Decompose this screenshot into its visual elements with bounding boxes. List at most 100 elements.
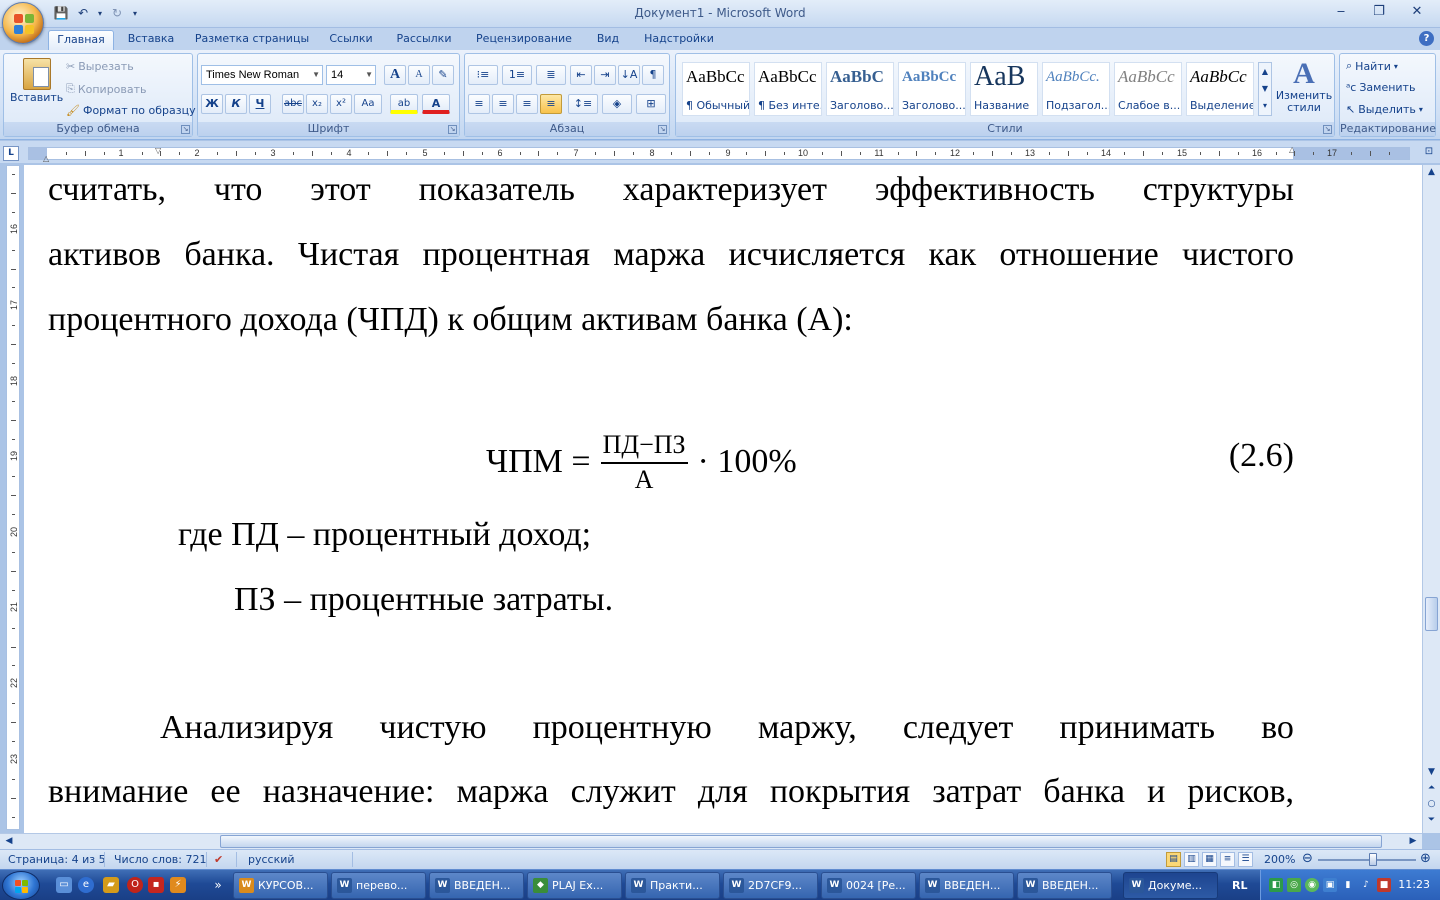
clipboard-launcher-icon[interactable]: ↘ (181, 125, 190, 134)
scroll-left-icon[interactable]: ◀ (2, 834, 16, 849)
paste-button[interactable]: Вставить (10, 58, 63, 104)
office-button[interactable] (2, 2, 44, 44)
taskbar-item[interactable]: W КУРСОВ... (233, 872, 328, 899)
font-size-combo[interactable]: 14 ▼ (326, 65, 376, 85)
app-icon[interactable]: ⚡ (170, 877, 186, 893)
italic-button[interactable]: К (225, 94, 247, 114)
styles-launcher-icon[interactable]: ↘ (1323, 125, 1332, 134)
align-left-button[interactable]: ≡ (468, 94, 490, 114)
align-right-button[interactable]: ≡ (516, 94, 538, 114)
align-center-button[interactable]: ≡ (492, 94, 514, 114)
style-subtle-emphasis[interactable]: AaBbCc Слабое в... (1114, 62, 1182, 116)
right-indent-marker[interactable]: △ (1289, 145, 1295, 154)
horizontal-scroll-thumb[interactable] (220, 835, 1382, 848)
superscript-button[interactable]: x² (330, 94, 352, 114)
font-launcher-icon[interactable]: ↘ (448, 125, 457, 134)
grow-font-button[interactable]: A (384, 65, 406, 85)
tab-review[interactable]: Рецензирование (468, 30, 580, 50)
decrease-indent-button[interactable]: ⇤ (570, 65, 592, 85)
tab-references[interactable]: Ссылки (322, 30, 380, 50)
taskbar-item[interactable]: Wперево... (331, 872, 426, 899)
zoom-out-icon[interactable]: ⊖ (1302, 851, 1313, 866)
borders-button[interactable]: ⊞ (636, 94, 666, 114)
vertical-scrollbar[interactable]: ▲ ▼ ⏶ ○ ⏷ (1422, 165, 1440, 833)
language-indicator[interactable]: русский (248, 853, 295, 866)
document-page[interactable]: считать, что этот показатель характеризу… (24, 165, 1422, 833)
highlight-button[interactable]: ab (390, 94, 418, 114)
cut-button[interactable]: ✂ Вырезать (66, 60, 134, 73)
next-page-icon[interactable]: ⏷ (1425, 813, 1438, 827)
horizontal-ruler[interactable]: 1 2 3 4 5 6 7 8 9 10 11 12 13 14 15 16 1… (28, 145, 1410, 163)
restore-button[interactable]: ❐ (1360, 2, 1398, 22)
volume-icon[interactable]: ♪ (1359, 878, 1373, 892)
styles-scroll[interactable]: ▲ ▼ ▾ (1258, 62, 1272, 116)
style-no-spacing[interactable]: AaBbCc ¶ Без инте... (754, 62, 822, 116)
tab-insert[interactable]: Вставка (120, 30, 182, 50)
shading-button[interactable]: ◈ (602, 94, 632, 114)
tab-home[interactable]: Главная (48, 30, 114, 50)
page-indicator[interactable]: Страница: 4 из 5 (8, 853, 106, 866)
clock[interactable]: 11:23 (1398, 878, 1430, 891)
quick-launch-more-icon[interactable]: » (210, 877, 226, 893)
taskbar-item-active[interactable]: W Докуме... (1123, 872, 1218, 899)
zoom-level[interactable]: 200% (1264, 853, 1295, 866)
font-name-combo[interactable]: Times New Roman ▼ (201, 65, 323, 85)
print-layout-icon[interactable]: ▤ (1166, 852, 1181, 867)
word-count[interactable]: Число слов: 721 (114, 853, 207, 866)
shrink-font-button[interactable]: A (408, 65, 430, 85)
format-painter-button[interactable]: 🖌 Формат по образцу (66, 104, 196, 117)
change-styles-button[interactable]: A Изменить стили (1276, 58, 1332, 114)
app-icon[interactable]: ▪ (148, 877, 164, 893)
tray-app-icon[interactable]: ◎ (1287, 878, 1301, 892)
line-spacing-button[interactable]: ↕≡ (568, 94, 598, 114)
tab-addins[interactable]: Надстройки (636, 30, 722, 50)
scroll-right-icon[interactable]: ▶ (1406, 834, 1420, 849)
taskbar-item[interactable]: W 0024 [Ре... (821, 872, 916, 899)
change-case-button[interactable]: Aa (354, 94, 382, 114)
view-ruler-icon[interactable]: ⊡ (1421, 146, 1437, 161)
tray-app-icon[interactable]: ■ (1377, 878, 1391, 892)
show-marks-button[interactable]: ¶ (642, 65, 664, 85)
style-title[interactable]: AaB Название (970, 62, 1038, 116)
tray-app-icon[interactable]: ◧ (1269, 878, 1283, 892)
zoom-in-icon[interactable]: ⊕ (1420, 851, 1431, 866)
subscript-button[interactable]: x₂ (306, 94, 328, 114)
strikethrough-button[interactable]: abc (282, 94, 304, 114)
tab-page-layout[interactable]: Разметка страницы (190, 30, 314, 50)
full-screen-reading-icon[interactable]: ▥ (1184, 852, 1199, 867)
style-emphasis[interactable]: AaBbCc Выделение (1186, 62, 1254, 116)
horizontal-scrollbar[interactable]: ◀ ▶ (0, 833, 1422, 849)
copy-button[interactable]: ⎘ Копировать (66, 82, 147, 96)
ie-icon[interactable]: e (78, 877, 94, 893)
outline-icon[interactable]: ≡ (1220, 852, 1235, 867)
first-line-indent-marker[interactable]: ▽ (155, 146, 161, 155)
replace-button[interactable]: ᵃc Заменить (1346, 81, 1415, 94)
folder-icon[interactable]: ▰ (103, 877, 119, 893)
tab-view[interactable]: Вид (590, 30, 626, 50)
clear-format-button[interactable]: ✎ (432, 65, 454, 85)
vertical-scroll-thumb[interactable] (1425, 597, 1438, 631)
taskbar-item[interactable]: W ВВЕДЕН... (1017, 872, 1112, 899)
previous-page-icon[interactable]: ⏶ (1425, 781, 1438, 795)
minimize-button[interactable]: ‒ (1322, 2, 1360, 22)
network-icon[interactable]: ▣ (1323, 878, 1337, 892)
bullets-button[interactable]: ⁝≡ (468, 65, 498, 85)
input-language[interactable]: RL (1232, 879, 1247, 892)
sort-button[interactable]: ↓A (618, 65, 640, 85)
taskbar-item[interactable]: W ВВЕДЕН... (429, 872, 524, 899)
increase-indent-button[interactable]: ⇥ (594, 65, 616, 85)
help-icon[interactable]: ? (1419, 31, 1434, 46)
vertical-ruler[interactable]: 16 17 18 19 20 21 22 23 (6, 165, 20, 830)
style-heading-1[interactable]: AaBbC Заголово... (826, 62, 894, 116)
multilevel-list-button[interactable]: ≣ (536, 65, 566, 85)
draft-icon[interactable]: ☰ (1238, 852, 1253, 867)
tab-selector[interactable]: L (3, 146, 19, 161)
paragraph-launcher-icon[interactable]: ↘ (658, 125, 667, 134)
style-heading-2[interactable]: AaBbCc Заголово... (898, 62, 966, 116)
tray-app-icon[interactable]: ◉ (1305, 878, 1319, 892)
font-color-button[interactable]: A (422, 94, 450, 114)
close-button[interactable]: ✕ (1398, 2, 1436, 22)
web-layout-icon[interactable]: ▦ (1202, 852, 1217, 867)
taskbar-item[interactable]: W 2D7CF9... (723, 872, 818, 899)
bold-button[interactable]: Ж (201, 94, 223, 114)
